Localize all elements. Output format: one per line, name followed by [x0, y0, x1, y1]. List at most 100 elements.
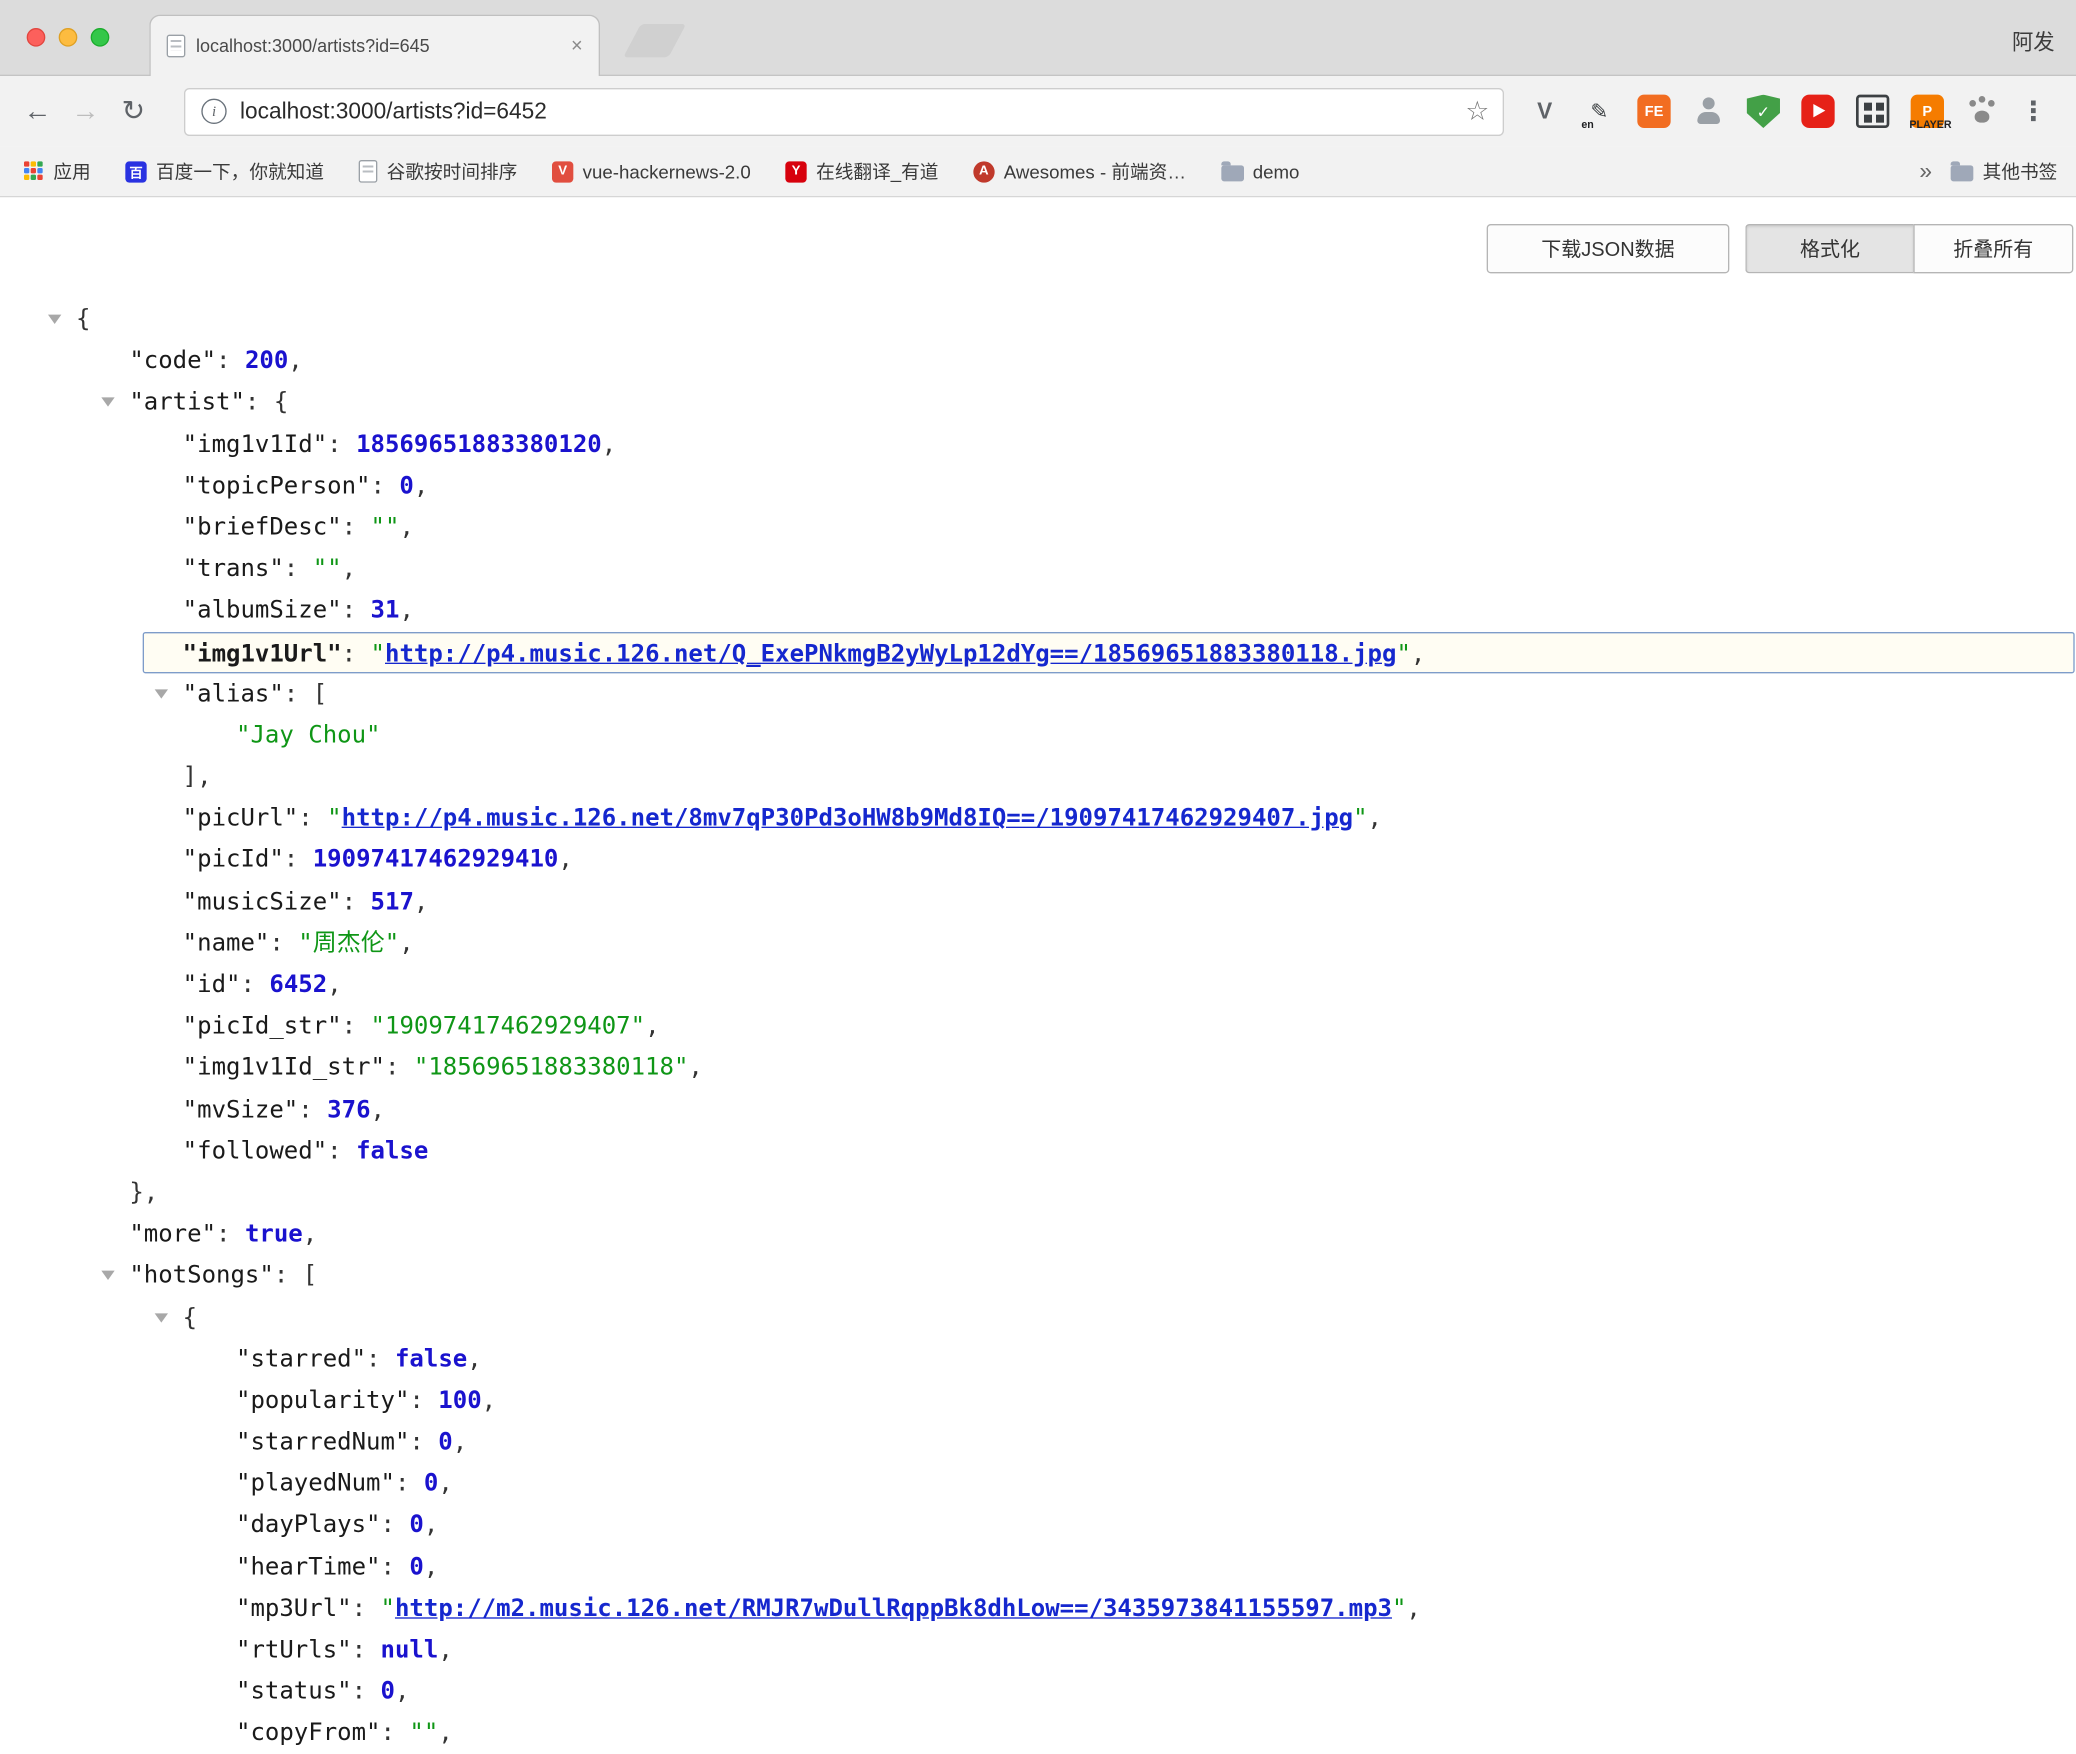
- paw-extension-icon[interactable]: [1965, 95, 1998, 128]
- collapse-arrow-icon[interactable]: [155, 689, 168, 698]
- json-line: "picUrl": "http://p4.music.126.net/8mv7q…: [0, 798, 2076, 840]
- collapse-arrow-icon[interactable]: [155, 1313, 168, 1322]
- json-key: "status": [236, 1678, 352, 1706]
- json-punct: ,: [399, 513, 413, 541]
- json-value: 0: [424, 1470, 438, 1498]
- bookmark-google-time-sort[interactable]: 谷歌按时间排序: [359, 158, 518, 185]
- reload-button[interactable]: ↻: [115, 95, 152, 128]
- json-line: "musicSize": 517,: [0, 881, 2076, 923]
- json-string: ": [327, 804, 341, 832]
- json-punct: :: [342, 596, 371, 624]
- json-url-link[interactable]: http://m2.music.126.net/RMJR7wDullRqppBk…: [395, 1594, 1392, 1622]
- collapse-arrow-icon[interactable]: [101, 398, 114, 407]
- bookmark-label: Awesomes - 前端资…: [1004, 158, 1186, 185]
- json-string: "周杰伦": [298, 929, 399, 957]
- json-punct: :: [216, 1220, 245, 1248]
- profile-name[interactable]: 阿发: [2012, 24, 2055, 56]
- json-punct: :: [380, 1553, 409, 1581]
- bookmarks-overflow-icon[interactable]: »: [1919, 158, 1932, 185]
- json-string: ": [1353, 804, 1367, 832]
- bookmark-vue-hackernews[interactable]: Vvue-hackernews-2.0: [552, 161, 751, 182]
- json-value: true: [245, 1220, 303, 1248]
- fullscreen-window-button[interactable]: [91, 28, 110, 47]
- json-line: "rtUrls": null,: [0, 1629, 2076, 1671]
- json-key: "copyFrom": [236, 1719, 380, 1747]
- json-url-link[interactable]: http://p4.music.126.net/Q_ExePNkmgB2yWyL…: [385, 639, 1396, 667]
- json-value: 19097417462929410: [313, 846, 559, 874]
- collapse-arrow-icon[interactable]: [101, 1271, 114, 1280]
- json-punct: ,: [482, 1386, 496, 1414]
- bookmark-label: demo: [1253, 161, 1300, 182]
- json-key: "img1v1Url": [183, 639, 342, 667]
- json-key: "starred": [236, 1345, 366, 1373]
- bookmark-other-bookmarks[interactable]: 其他书签: [1951, 158, 2058, 185]
- json-line: "followed": false: [0, 1130, 2076, 1172]
- json-key: "starredNum": [236, 1428, 409, 1456]
- json-line: "picId_str": "19097417462929407",: [0, 1006, 2076, 1048]
- player-extension-icon[interactable]: PPLAYER: [1911, 95, 1944, 128]
- json-key: "topicPerson": [183, 472, 371, 500]
- youtube-extension-icon[interactable]: [1801, 95, 1834, 128]
- json-url-link[interactable]: http://p4.music.126.net/8mv7qP30Pd3oHW8b…: [342, 804, 1353, 832]
- browser-menu-icon[interactable]: ⋮: [2017, 95, 2049, 128]
- vimium-extension-icon-glyph: V: [1537, 98, 1552, 125]
- tab-close-icon[interactable]: ×: [571, 35, 583, 58]
- json-line: "status": 0,: [0, 1671, 2076, 1713]
- json-key: "mvSize": [183, 1095, 299, 1123]
- json-punct: :: [380, 1719, 409, 1747]
- qr-code-extension-icon[interactable]: [1856, 95, 1889, 128]
- bookmark-demo[interactable]: demo: [1221, 161, 1300, 182]
- json-punct: ],: [183, 763, 212, 791]
- json-line: "alias": [: [0, 673, 2076, 715]
- tab-strip: localhost:3000/artists?id=645 × 阿发: [0, 0, 2076, 76]
- collapse-all-button[interactable]: 折叠所有: [1913, 224, 2073, 273]
- json-punct: ,: [645, 1012, 659, 1040]
- fe-extension-icon[interactable]: FE: [1637, 95, 1670, 128]
- bookmark-awesomes[interactable]: AAwesomes - 前端资…: [973, 158, 1186, 185]
- json-punct: ,: [424, 1553, 438, 1581]
- page-info-icon[interactable]: i: [201, 99, 226, 124]
- forward-button[interactable]: →: [67, 95, 104, 127]
- json-key: "mp3Url": [236, 1594, 352, 1622]
- minimize-window-button[interactable]: [59, 28, 78, 47]
- json-punct: :: [284, 555, 313, 583]
- json-key: "name": [183, 929, 270, 957]
- browser-tab[interactable]: localhost:3000/artists?id=645 ×: [149, 15, 600, 76]
- json-key: "rtUrls": [236, 1636, 352, 1664]
- json-value: null: [381, 1636, 439, 1664]
- shield-extension-icon[interactable]: ✓: [1747, 95, 1780, 128]
- person-extension-icon[interactable]: [1692, 95, 1725, 128]
- json-key: "picId": [183, 846, 284, 874]
- tab-title: localhost:3000/artists?id=645: [196, 36, 563, 56]
- json-value: 376: [327, 1095, 370, 1123]
- bookmark-baidu[interactable]: 百百度一下，你就知道: [125, 158, 324, 185]
- bookmark-label: vue-hackernews-2.0: [583, 161, 751, 182]
- new-tab-button[interactable]: [623, 24, 686, 57]
- json-punct: ,: [399, 596, 413, 624]
- json-punct: :: [298, 1095, 327, 1123]
- address-bar[interactable]: i localhost:3000/artists?id=6452 ☆: [184, 87, 1504, 135]
- json-punct: : [: [284, 680, 327, 708]
- back-button[interactable]: ←: [19, 95, 56, 127]
- collapse-arrow-icon[interactable]: [48, 315, 61, 324]
- json-line: "topicPerson": 0,: [0, 465, 2076, 507]
- view-mode-segment: 格式化 折叠所有: [1745, 224, 2073, 273]
- json-punct: :: [298, 804, 327, 832]
- download-json-button[interactable]: 下载JSON数据: [1487, 224, 1730, 273]
- format-button[interactable]: 格式化: [1745, 224, 1913, 273]
- bookmark-label: 谷歌按时间排序: [387, 158, 518, 185]
- youdao-dict-pen-extension-icon[interactable]: ✎en: [1583, 95, 1616, 128]
- letter-icon: 百: [125, 161, 146, 182]
- json-line: "starred": false,: [0, 1338, 2076, 1380]
- bookmark-youdao-translate[interactable]: Y在线翻译_有道: [785, 158, 938, 185]
- json-key: "followed": [183, 1137, 327, 1165]
- json-key: "picId_str": [183, 1012, 342, 1040]
- bookmark-star-icon[interactable]: ☆: [1465, 95, 1489, 128]
- bookmark-apps[interactable]: 应用: [24, 158, 91, 185]
- json-value: 0: [409, 1511, 423, 1539]
- url-text[interactable]: localhost:3000/artists?id=6452: [240, 98, 1455, 125]
- close-window-button[interactable]: [27, 28, 46, 47]
- bookmarks-right: » 其他书签: [1919, 158, 2057, 185]
- vimium-extension-icon[interactable]: V: [1528, 95, 1561, 128]
- json-punct: :: [409, 1386, 438, 1414]
